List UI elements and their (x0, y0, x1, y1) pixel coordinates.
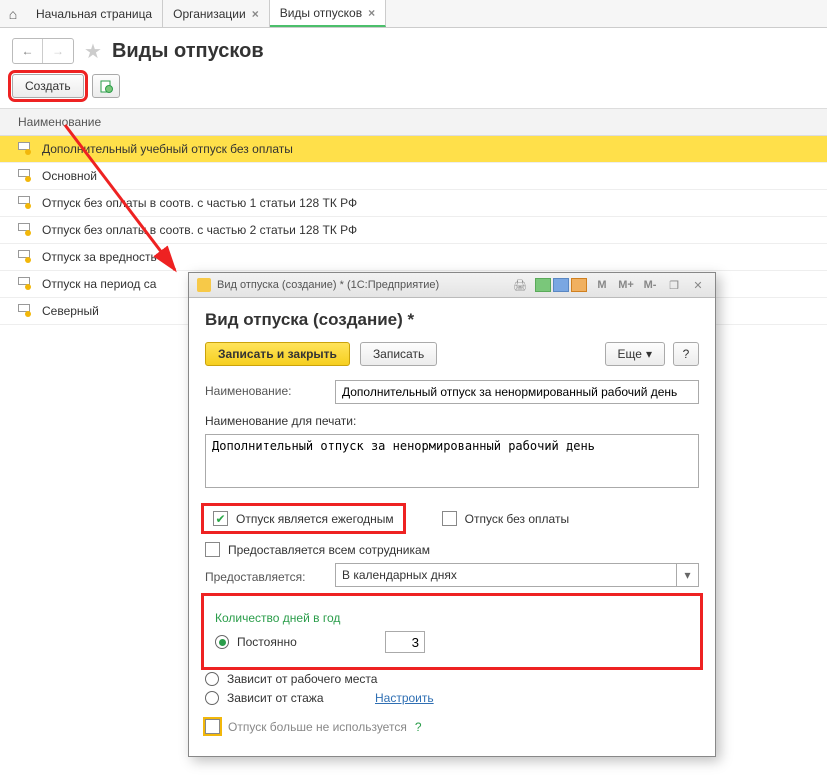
save-and-close-button[interactable]: Записать и закрыть (205, 342, 350, 366)
granted-select[interactable]: В календарных днях (335, 563, 677, 587)
annual-label: Отпуск является ежегодным (236, 512, 394, 526)
all-employees-label: Предоставляется всем сотрудникам (228, 543, 430, 557)
print-icon[interactable]: 🖨 (511, 279, 529, 292)
calendar-icon[interactable] (553, 278, 569, 292)
item-icon (18, 196, 32, 210)
dialog-titlebar[interactable]: Вид отпуска (создание) * (1С:Предприятие… (189, 273, 715, 298)
chevron-down-icon: ▾ (646, 347, 652, 361)
granted-label: Предоставляется: (205, 566, 325, 584)
dialog-title: Вид отпуска (создание) * (205, 310, 699, 330)
list-item[interactable]: Отпуск без оплаты в соотв. с частью 1 ст… (0, 190, 827, 217)
tab-home[interactable]: Начальная страница (26, 0, 163, 27)
days-per-year-group: Количество дней в год Постоянно (205, 597, 699, 666)
print-name-label: Наименование для печати: (205, 414, 356, 428)
grid-icon[interactable] (535, 278, 551, 292)
annual-checkbox[interactable] (213, 511, 228, 526)
favorite-icon[interactable]: ★ (84, 39, 102, 64)
help-button[interactable]: ? (673, 342, 699, 366)
not-used-label: Отпуск больше не используется (228, 720, 407, 734)
unpaid-checkbox-group: Отпуск без оплаты (442, 507, 569, 530)
more-button[interactable]: Еще ▾ (605, 342, 665, 366)
list-item[interactable]: Дополнительный учебный отпуск без оплаты (0, 136, 827, 163)
close-icon[interactable]: × (368, 6, 375, 20)
page-header: ← → ★ Виды отпусков (0, 28, 827, 74)
constant-radio[interactable] (215, 635, 229, 649)
app-icon (197, 278, 211, 292)
item-icon (18, 250, 32, 264)
name-label: Наименование: (205, 380, 325, 398)
m-plus-button[interactable]: M+ (617, 279, 635, 291)
window-close-icon[interactable]: ✕ (689, 279, 707, 292)
list-item[interactable]: Отпуск без оплаты в соотв. с частью 2 ст… (0, 217, 827, 244)
window-restore-icon[interactable]: ❐ (665, 279, 683, 292)
constant-label: Постоянно (237, 635, 377, 649)
configure-link[interactable]: Настроить (375, 691, 434, 705)
home-icon[interactable]: ⌂ (0, 6, 26, 22)
item-icon (18, 169, 32, 183)
list-item[interactable]: Отпуск за вредность (0, 244, 827, 271)
create-button[interactable]: Создать (12, 74, 84, 98)
list-column-header[interactable]: Наименование (0, 108, 827, 136)
close-icon[interactable]: × (252, 7, 259, 21)
print-name-textarea[interactable] (205, 434, 699, 488)
seniority-label: Зависит от стажа (227, 691, 367, 705)
item-icon (18, 142, 32, 156)
nav-buttons: ← → (12, 38, 74, 64)
all-employees-checkbox[interactable] (205, 542, 220, 557)
workplace-label: Зависит от рабочего места (227, 672, 377, 686)
m-minus-button[interactable]: M- (641, 279, 659, 291)
workplace-radio[interactable] (205, 672, 219, 686)
nav-forward-button[interactable]: → (43, 39, 73, 63)
list-item[interactable]: Основной (0, 163, 827, 190)
item-icon (18, 277, 32, 291)
tab-organizations[interactable]: Организации× (163, 0, 270, 27)
page-title: Виды отпусков (112, 40, 264, 63)
dialog-window-title: Вид отпуска (создание) * (1С:Предприятие… (217, 279, 505, 291)
nav-back-button[interactable]: ← (13, 39, 43, 63)
dialog-vacation-type: Вид отпуска (создание) * (1С:Предприятие… (188, 272, 716, 757)
item-icon (18, 304, 32, 318)
item-icon (18, 223, 32, 237)
tab-vacation-types[interactable]: Виды отпусков× (270, 0, 386, 27)
seniority-radio[interactable] (205, 691, 219, 705)
view-icons (535, 278, 587, 292)
save-button[interactable]: Записать (360, 342, 437, 366)
chevron-down-icon[interactable]: ▾ (677, 563, 699, 587)
toolbar: Создать (0, 74, 827, 108)
dialog-toolbar: Записать и закрыть Записать Еще ▾ ? (205, 342, 699, 366)
refresh-button[interactable] (92, 74, 120, 98)
m-button[interactable]: M (593, 279, 611, 291)
unpaid-checkbox[interactable] (442, 511, 457, 526)
constant-days-input[interactable] (385, 631, 425, 653)
tab-bar: ⌂ Начальная страница Организации× Виды о… (0, 0, 827, 28)
not-used-checkbox[interactable] (205, 719, 220, 734)
annual-checkbox-group: Отпуск является ежегодным (205, 507, 402, 530)
name-input[interactable] (335, 380, 699, 404)
calc-icon[interactable] (571, 278, 587, 292)
not-used-help-icon[interactable]: ? (415, 720, 422, 734)
unpaid-label: Отпуск без оплаты (465, 512, 569, 526)
days-group-title: Количество дней в год (215, 611, 689, 625)
